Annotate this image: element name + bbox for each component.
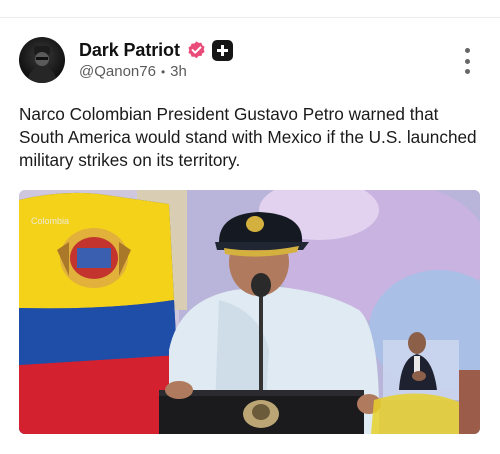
author-name[interactable]: Dark Patriot xyxy=(79,40,180,61)
verified-badge-icon xyxy=(188,40,205,58)
author-handle[interactable]: @Qanon76 xyxy=(79,63,156,80)
top-divider xyxy=(0,17,500,18)
plus-badge-icon xyxy=(211,39,233,61)
author-row: Dark Patriot xyxy=(79,38,233,62)
separator-dot: • xyxy=(160,64,166,79)
video-frame: Colombia xyxy=(19,190,480,434)
avatar[interactable] xyxy=(19,37,65,83)
more-vertical-icon[interactable] xyxy=(460,48,474,74)
video-watermark: Colombia xyxy=(31,216,69,226)
post-time[interactable]: 3h xyxy=(170,63,187,80)
handle-row: @Qanon76 • 3h xyxy=(79,63,187,80)
post-video[interactable]: Colombia xyxy=(19,190,480,434)
post-text: Narco Colombian President Gustavo Petro … xyxy=(19,104,477,170)
